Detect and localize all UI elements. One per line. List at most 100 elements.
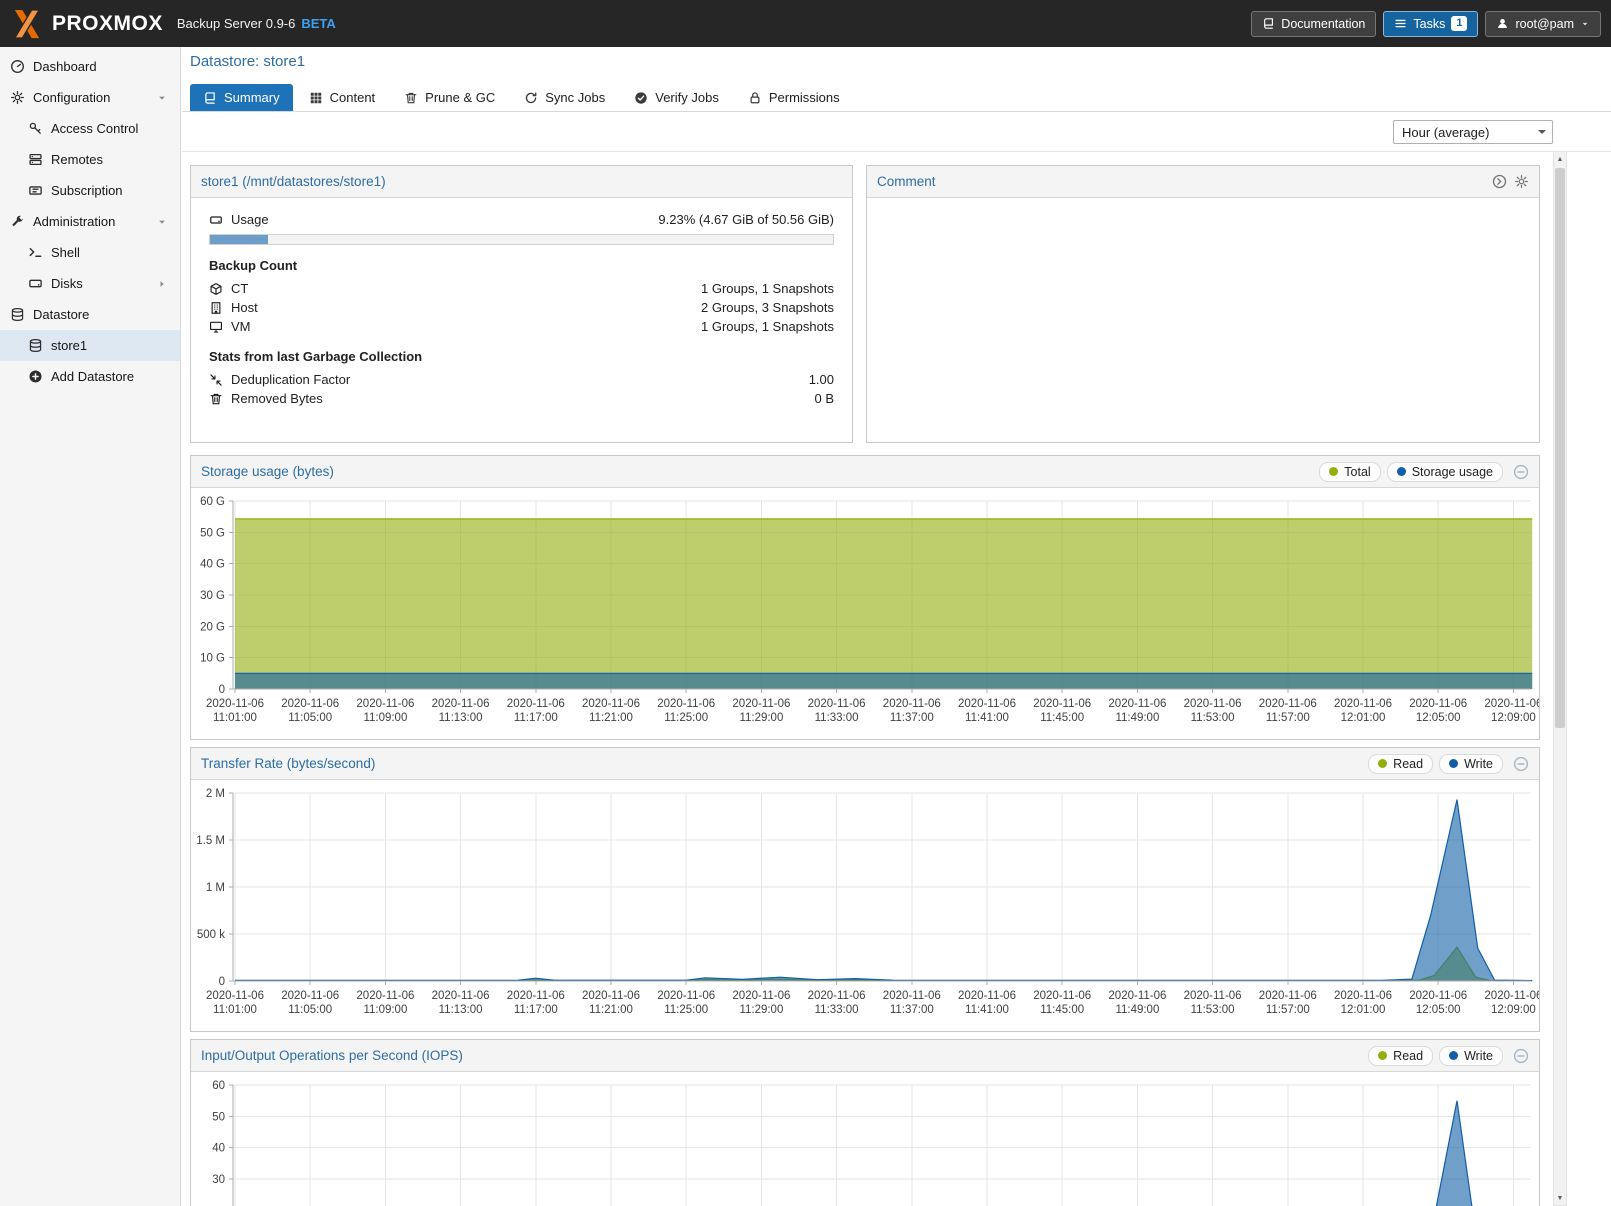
scroll-down-arrow[interactable]: ▼ bbox=[1554, 1191, 1566, 1205]
sidebar: Dashboard Configuration Access Control Remo… bbox=[0, 47, 181, 1206]
sidebar-item-datastore[interactable]: Datastore bbox=[0, 299, 180, 330]
svg-text:30 G: 30 G bbox=[200, 590, 225, 602]
svg-text:60: 60 bbox=[212, 1080, 225, 1092]
vertical-scrollbar[interactable]: ▲ ▼ bbox=[1553, 151, 1567, 1206]
user-label: root@pam bbox=[1515, 17, 1574, 31]
collapse-icon[interactable] bbox=[1513, 756, 1529, 772]
backup-count-rows: CT1 Groups, 1 SnapshotsHost2 Groups, 3 S… bbox=[209, 279, 834, 336]
sidebar-item-add-datastore[interactable]: Add Datastore bbox=[0, 361, 180, 392]
svg-text:2020-11-06: 2020-11-06 bbox=[1259, 990, 1317, 1002]
svg-text:2020-11-06: 2020-11-06 bbox=[582, 698, 640, 710]
tasks-button[interactable]: Tasks 1 bbox=[1383, 11, 1478, 37]
proxmox-logo: PROXMOX bbox=[10, 9, 163, 39]
comment-panel-header: Comment bbox=[867, 166, 1539, 198]
svg-text:2020-11-06: 2020-11-06 bbox=[1409, 698, 1467, 710]
svg-text:12:01:00: 12:01:00 bbox=[1341, 712, 1386, 724]
svg-text:2020-11-06: 2020-11-06 bbox=[732, 698, 790, 710]
sidebar-item-subscription[interactable]: Subscription bbox=[0, 175, 180, 206]
user-menu-button[interactable]: root@pam bbox=[1485, 11, 1601, 37]
documentation-label: Documentation bbox=[1281, 17, 1365, 31]
datastore-summary-panel: store1 (/mnt/datastores/store1) Usage 9.… bbox=[190, 165, 853, 443]
svg-text:20 G: 20 G bbox=[200, 621, 225, 633]
collapse-icon[interactable] bbox=[1513, 1048, 1529, 1064]
sidebar-item-access-control[interactable]: Access Control bbox=[0, 113, 180, 144]
sidebar-item-configuration[interactable]: Configuration bbox=[0, 82, 180, 113]
svg-text:40 G: 40 G bbox=[200, 559, 225, 571]
svg-text:11:49:00: 11:49:00 bbox=[1115, 1004, 1159, 1016]
sidebar-item-label: Dashboard bbox=[33, 59, 97, 74]
tab-label: Content bbox=[330, 90, 376, 105]
caret-right-icon[interactable] bbox=[156, 278, 168, 290]
timeframe-select[interactable]: Hour (average) bbox=[1393, 120, 1553, 144]
comment-panel-tools bbox=[1492, 174, 1529, 189]
legend-label: Write bbox=[1464, 757, 1493, 771]
tab-verify-jobs[interactable]: Verify Jobs bbox=[621, 84, 732, 111]
sidebar-item-label: Configuration bbox=[33, 90, 110, 105]
sidebar-item-label: Remotes bbox=[51, 152, 103, 167]
svg-text:2020-11-06: 2020-11-06 bbox=[1033, 698, 1091, 710]
svg-text:11:41:00: 11:41:00 bbox=[965, 1004, 1009, 1016]
svg-text:2020-11-06: 2020-11-06 bbox=[1108, 990, 1166, 1002]
sidebar-item-administration[interactable]: Administration bbox=[0, 206, 180, 237]
sidebar-item-store1[interactable]: store1 bbox=[0, 330, 180, 361]
chart-panel-header: Transfer Rate (bytes/second)ReadWrite bbox=[191, 748, 1539, 780]
svg-text:11:25:00: 11:25:00 bbox=[664, 1004, 708, 1016]
caret-down-icon[interactable] bbox=[156, 92, 168, 104]
tab-permissions[interactable]: Permissions bbox=[735, 84, 853, 111]
tab-label: Summary bbox=[224, 90, 280, 105]
tab-summary[interactable]: Summary bbox=[190, 84, 293, 111]
key-icon bbox=[28, 121, 43, 136]
check-circle-icon bbox=[634, 91, 648, 105]
sidebar-item-dashboard[interactable]: Dashboard bbox=[0, 51, 180, 82]
legend-read[interactable]: Read bbox=[1368, 754, 1433, 774]
building-icon bbox=[209, 301, 223, 315]
caret-down-icon bbox=[1580, 19, 1590, 29]
storage-usage-bytes-panel: Storage usage (bytes)TotalStorage usage0… bbox=[190, 455, 1540, 740]
tab-prune-gc[interactable]: Prune & GC bbox=[391, 84, 508, 111]
transfer-rate-bytes-second-chart: 0500 k1 M1.5 M2 M2020-11-0611:01:002020-… bbox=[191, 780, 1539, 1030]
stat-label: VM bbox=[231, 319, 251, 334]
sidebar-item-remotes[interactable]: Remotes bbox=[0, 144, 180, 175]
stat-value: 0 B bbox=[814, 391, 834, 406]
legend-read[interactable]: Read bbox=[1368, 1046, 1433, 1066]
stat-value: 1 Groups, 1 Snapshots bbox=[701, 281, 834, 296]
scroll-up-arrow[interactable]: ▲ bbox=[1554, 152, 1566, 166]
svg-text:11:25:00: 11:25:00 bbox=[664, 712, 708, 724]
svg-text:2020-11-06: 2020-11-06 bbox=[356, 698, 414, 710]
svg-text:11:05:00: 11:05:00 bbox=[288, 712, 332, 724]
tab-sync-jobs[interactable]: Sync Jobs bbox=[511, 84, 618, 111]
stat-row-removed-bytes: Removed Bytes0 B bbox=[209, 389, 834, 408]
top-header: PROXMOX Backup Server 0.9-6 BETA Documen… bbox=[0, 0, 1611, 47]
caret-down-icon[interactable] bbox=[156, 216, 168, 228]
edit-circle-icon[interactable] bbox=[1492, 174, 1507, 189]
svg-text:11:21:00: 11:21:00 bbox=[589, 1004, 633, 1016]
combo-caret-icon[interactable] bbox=[1532, 121, 1552, 143]
svg-text:11:33:00: 11:33:00 bbox=[815, 712, 859, 724]
tab-content[interactable]: Content bbox=[296, 84, 389, 111]
stat-value: 1.00 bbox=[809, 372, 834, 387]
header-buttons: Documentation Tasks 1 root@pam bbox=[1251, 11, 1601, 37]
svg-text:2020-11-06: 2020-11-06 bbox=[281, 698, 339, 710]
svg-text:2 M: 2 M bbox=[206, 788, 225, 800]
sidebar-item-shell[interactable]: Shell bbox=[0, 237, 180, 268]
svg-text:11:45:00: 11:45:00 bbox=[1040, 712, 1084, 724]
beta-link[interactable]: BETA bbox=[301, 16, 335, 31]
svg-text:11:57:00: 11:57:00 bbox=[1266, 712, 1310, 724]
comment-panel-body[interactable] bbox=[867, 198, 1539, 210]
documentation-button[interactable]: Documentation bbox=[1251, 11, 1376, 37]
legend-label: Storage usage bbox=[1412, 465, 1493, 479]
svg-text:2020-11-06: 2020-11-06 bbox=[883, 698, 941, 710]
legend-total[interactable]: Total bbox=[1319, 462, 1380, 482]
stat-label: Deduplication Factor bbox=[231, 372, 350, 387]
scrollbar-thumb[interactable] bbox=[1555, 168, 1565, 728]
legend-write[interactable]: Write bbox=[1439, 1046, 1503, 1066]
book-icon bbox=[203, 91, 217, 105]
collapse-icon[interactable] bbox=[1513, 464, 1529, 480]
storage-usage-bytes-chart: 010 G20 G30 G40 G50 G60 G2020-11-0611:01… bbox=[191, 488, 1539, 738]
backup-count-title: Backup Count bbox=[209, 258, 834, 273]
legend-write[interactable]: Write bbox=[1439, 754, 1503, 774]
legend-storage-usage[interactable]: Storage usage bbox=[1387, 462, 1503, 482]
svg-text:11:09:00: 11:09:00 bbox=[363, 1004, 407, 1016]
gear-icon[interactable] bbox=[1514, 174, 1529, 189]
sidebar-item-disks[interactable]: Disks bbox=[0, 268, 180, 299]
